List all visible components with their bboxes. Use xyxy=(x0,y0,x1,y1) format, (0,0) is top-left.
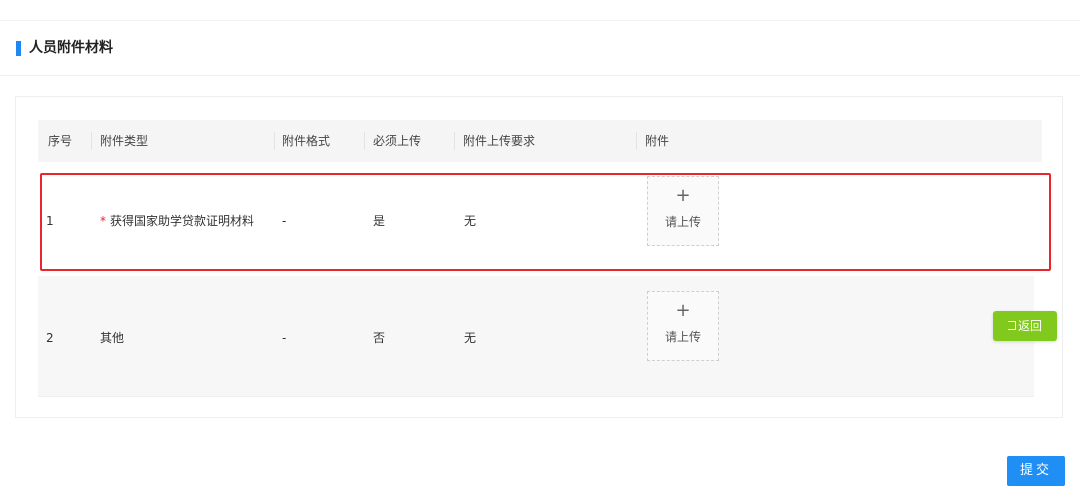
return-icon xyxy=(1007,321,1016,330)
header-divider xyxy=(364,132,365,150)
header-divider xyxy=(91,132,92,150)
plus-icon: + xyxy=(675,300,691,321)
row-index: 2 xyxy=(46,331,54,345)
row-required: 否 xyxy=(373,331,386,345)
row-type: 其他 xyxy=(100,331,125,345)
highlight-box xyxy=(40,173,1051,271)
submit-button[interactable]: 提交 xyxy=(1007,456,1065,486)
top-strip xyxy=(0,0,1080,21)
section-header: 人员附件材料 xyxy=(0,21,1080,76)
header-divider xyxy=(454,132,455,150)
upload-label: 请上传 xyxy=(664,330,701,344)
header-divider xyxy=(274,132,275,150)
row-requirement: 无 xyxy=(464,331,477,345)
table-row-background xyxy=(38,276,1034,397)
header-divider xyxy=(636,132,637,150)
header-required: 必须上传 xyxy=(373,134,422,148)
header-format: 附件格式 xyxy=(282,134,331,148)
row-format: - xyxy=(282,331,287,345)
header-index: 序号 xyxy=(48,134,73,148)
upload-box[interactable]: + 请上传 xyxy=(647,291,719,361)
header-type: 附件类型 xyxy=(100,134,149,148)
table-header: 序号 附件类型 附件格式 必须上传 附件上传要求 附件 xyxy=(38,120,1042,162)
header-attachment: 附件 xyxy=(645,134,670,148)
section-title: 人员附件材料 xyxy=(29,40,113,56)
back-button-label: 返回 xyxy=(1017,319,1042,333)
back-button[interactable]: 返回 xyxy=(993,311,1057,341)
section-accent-bar xyxy=(16,41,21,56)
header-requirement: 附件上传要求 xyxy=(463,134,536,148)
